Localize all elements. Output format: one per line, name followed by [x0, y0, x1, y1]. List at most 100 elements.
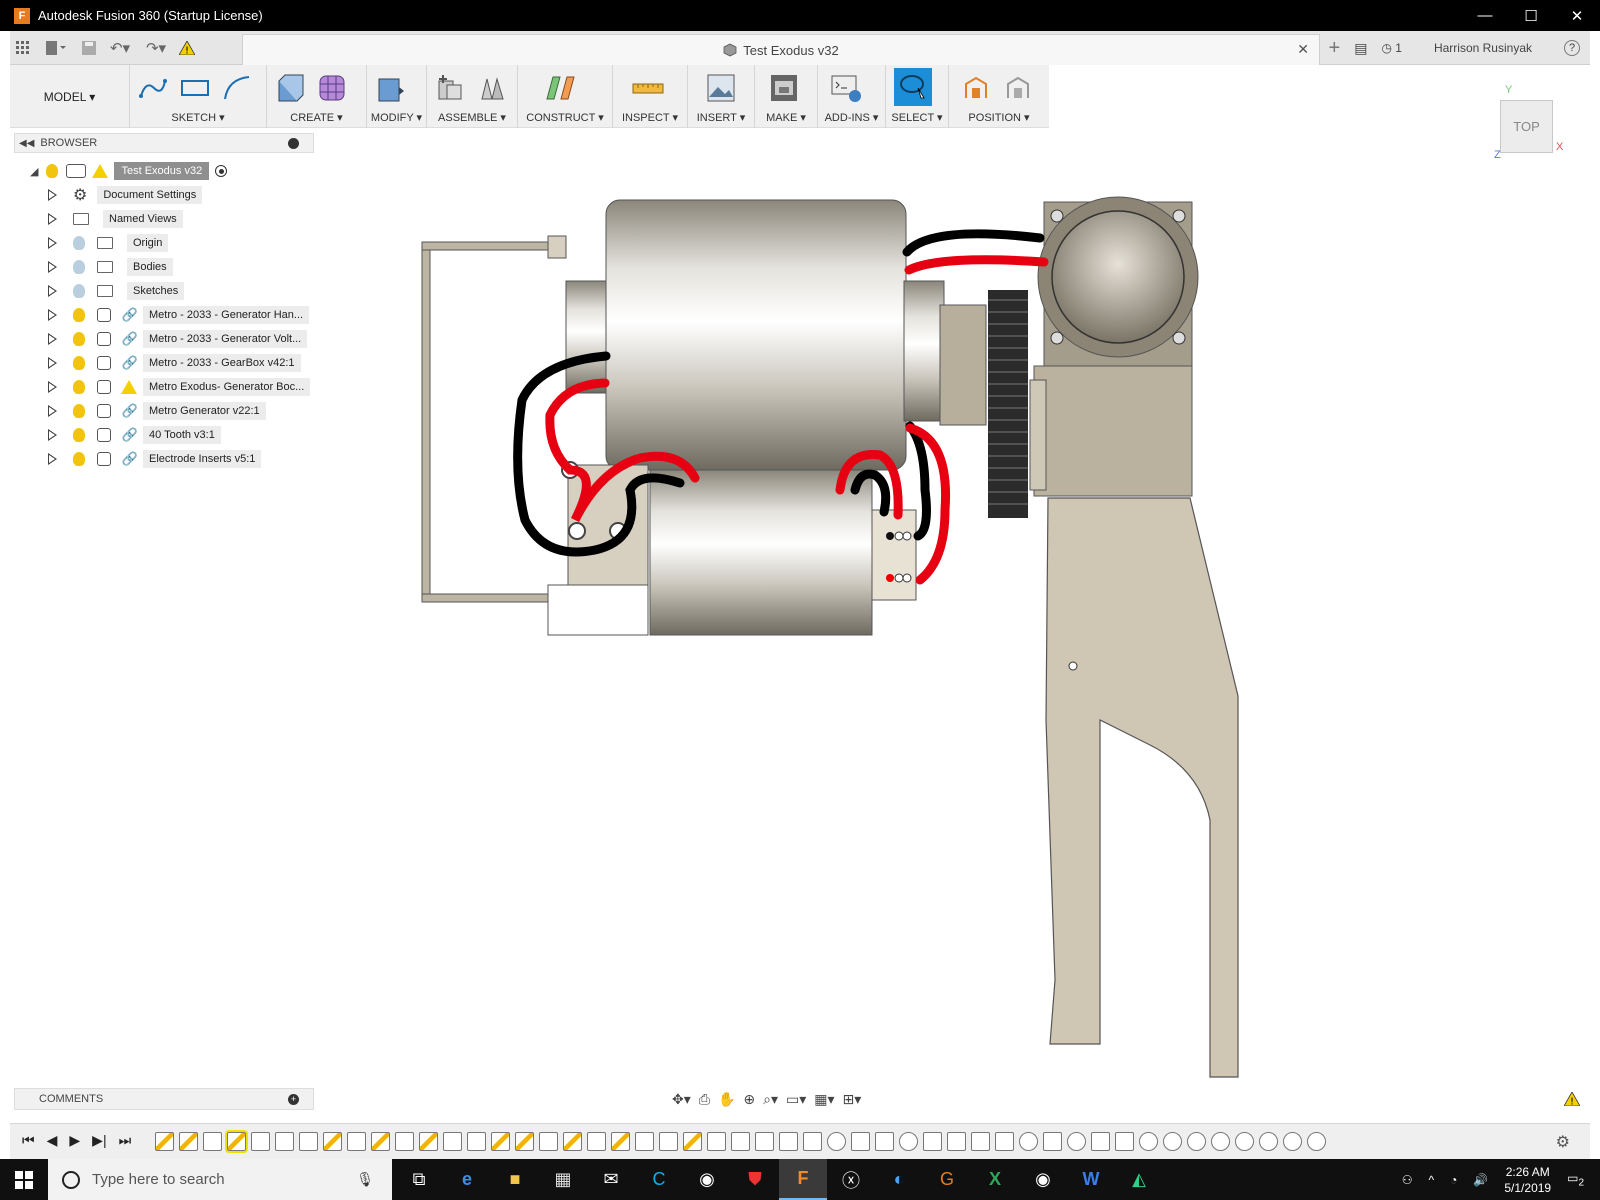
arc-sketch-icon[interactable] [220, 71, 254, 105]
timeline-feature-icon[interactable] [947, 1132, 966, 1151]
form-icon[interactable] [315, 71, 349, 105]
file-menu-icon[interactable] [36, 31, 76, 65]
browser-item[interactable]: Named Views [48, 208, 183, 230]
select-group[interactable]: SELECT ▾ [886, 65, 949, 128]
maps-app-icon[interactable]: ◭ [1115, 1159, 1163, 1200]
action-center-icon[interactable]: ▭2 [1567, 1171, 1584, 1188]
create-sketch-icon[interactable] [136, 71, 170, 105]
browser-item[interactable]: Metro Exodus- Generator Boc... [48, 376, 311, 398]
timeline-feature-icon[interactable] [755, 1132, 774, 1151]
visibility-bulb-icon[interactable] [46, 164, 59, 178]
timeline-feature-icon[interactable] [299, 1132, 318, 1151]
warning-icon[interactable]: ! [174, 31, 200, 65]
timeline-sketch-icon[interactable] [515, 1132, 534, 1151]
timeline-feature-icon[interactable] [659, 1132, 678, 1151]
grid-settings-icon[interactable]: ▦▾ [814, 1091, 834, 1108]
timeline-feature-icon[interactable] [635, 1132, 654, 1151]
construct-group[interactable]: CONSTRUCT ▾ [518, 65, 613, 128]
job-status[interactable]: ◷ 1 [1381, 41, 1402, 55]
viewports-icon[interactable]: ⊞▾ [843, 1091, 862, 1108]
store-icon[interactable]: ▦ [539, 1159, 587, 1200]
browser-item[interactable]: 🔗 Metro - 2033 - GearBox v42:1 [48, 352, 301, 374]
gearbox-housing[interactable] [1029, 196, 1199, 497]
timeline-feature-icon[interactable] [851, 1132, 870, 1151]
new-component-icon[interactable] [433, 71, 467, 105]
data-panel-grid-icon[interactable] [10, 31, 36, 65]
browser-item[interactable]: ⚙ Document Settings [48, 184, 203, 206]
visibility-bulb-icon[interactable] [73, 452, 85, 466]
file-explorer-icon[interactable]: ■ [491, 1159, 539, 1200]
timeline-sketch-icon[interactable] [179, 1132, 198, 1151]
timeline-sketch-icon[interactable] [371, 1132, 390, 1151]
maximize-button[interactable]: ☐ [1508, 0, 1554, 31]
timeline-first-icon[interactable]: ⏮ [22, 1132, 35, 1149]
pan-icon[interactable]: ✋ [718, 1091, 735, 1108]
taskbar-search-box[interactable]: Type here to search 🎙 [48, 1159, 392, 1200]
undo-icon[interactable]: ↶▾ [102, 31, 138, 65]
timeline-sketch-icon[interactable] [323, 1132, 342, 1151]
visibility-bulb-icon[interactable] [73, 380, 85, 394]
timeline-sketch-icon[interactable] [683, 1132, 702, 1151]
create-group[interactable]: CREATE ▾ [267, 65, 367, 128]
timeline-feature-icon[interactable] [395, 1132, 414, 1151]
timeline-feature-icon[interactable] [923, 1132, 942, 1151]
timeline-feature-icon[interactable] [875, 1132, 894, 1151]
visibility-bulb-icon[interactable] [73, 404, 85, 418]
grammarly-icon[interactable]: G [923, 1159, 971, 1200]
timeline-feature-icon[interactable] [803, 1132, 822, 1151]
visibility-bulb-icon[interactable] [73, 332, 85, 346]
save-icon[interactable] [76, 31, 102, 65]
visibility-bulb-icon[interactable] [73, 284, 85, 298]
make-group[interactable]: MAKE ▾ [755, 65, 818, 128]
document-tab[interactable]: Test Exodus v32 ✕ [242, 34, 1320, 65]
timeline-feature-icon[interactable] [731, 1132, 750, 1151]
mail-icon[interactable]: ✉ [587, 1159, 635, 1200]
timeline-joint-icon[interactable] [827, 1132, 846, 1151]
task-view-icon[interactable]: ⧉ [395, 1159, 443, 1200]
expand-triangle-icon[interactable] [48, 333, 57, 345]
press-pull-icon[interactable] [373, 71, 407, 105]
insert-image-icon[interactable] [704, 71, 738, 105]
workspace-switcher[interactable]: MODEL ▾ [10, 65, 130, 128]
cortana-app-icon[interactable]: C [635, 1159, 683, 1200]
close-tab-button[interactable]: ✕ [1297, 41, 1309, 58]
timeline-feature-icon[interactable] [467, 1132, 486, 1151]
comments-panel[interactable]: COMMENTS + [14, 1088, 314, 1110]
expand-triangle-icon[interactable] [48, 405, 57, 417]
visibility-bulb-icon[interactable] [73, 236, 85, 250]
timeline-joint-icon[interactable] [1187, 1132, 1206, 1151]
3d-print-icon[interactable] [767, 71, 801, 105]
timeline-feature-icon[interactable] [443, 1132, 462, 1151]
display-settings-icon[interactable]: ▭▾ [786, 1091, 806, 1108]
help-icon[interactable]: ? [1564, 40, 1580, 56]
visibility-bulb-icon[interactable] [73, 428, 85, 442]
timeline-feature-icon[interactable] [251, 1132, 270, 1151]
timeline-joint-icon[interactable] [1307, 1132, 1326, 1151]
expand-root-icon[interactable]: ◢ [30, 165, 38, 178]
fit-icon[interactable]: ⌕▾ [763, 1091, 778, 1108]
word-icon[interactable]: W [1067, 1159, 1115, 1200]
timeline-sketch-icon[interactable] [225, 1130, 248, 1153]
timeline-feature-icon[interactable] [779, 1132, 798, 1151]
timeline-joint-icon[interactable] [1259, 1132, 1278, 1151]
new-tab-button[interactable]: + [1329, 37, 1341, 60]
model-viewport[interactable] [330, 150, 1330, 1080]
timeline-joint-icon[interactable] [1235, 1132, 1254, 1151]
timeline-sketch-icon[interactable] [491, 1132, 510, 1151]
show-hidden-icons[interactable]: ^ [1429, 1173, 1435, 1187]
expand-triangle-icon[interactable] [48, 237, 57, 249]
capture-position-icon[interactable] [959, 71, 993, 105]
visibility-bulb-icon[interactable] [73, 260, 85, 274]
timeline-prev-icon[interactable]: ◀ [47, 1132, 58, 1149]
add-comment-icon[interactable]: + [288, 1094, 299, 1105]
expand-triangle-icon[interactable] [48, 429, 57, 441]
timeline-sketch-icon[interactable] [611, 1132, 630, 1151]
arc-app-icon[interactable]: ◐ [875, 1159, 923, 1200]
comments-icon[interactable]: ▤ [1354, 40, 1367, 57]
scripts-addins-icon[interactable] [830, 71, 864, 105]
browser-item[interactable]: 🔗 Electrode Inserts v5:1 [48, 448, 262, 470]
timeline-feature-icon[interactable] [971, 1132, 990, 1151]
browser-root-row[interactable]: ◢ Test Exodus v32 [30, 160, 228, 182]
expand-triangle-icon[interactable] [48, 213, 57, 225]
expand-triangle-icon[interactable] [48, 357, 57, 369]
